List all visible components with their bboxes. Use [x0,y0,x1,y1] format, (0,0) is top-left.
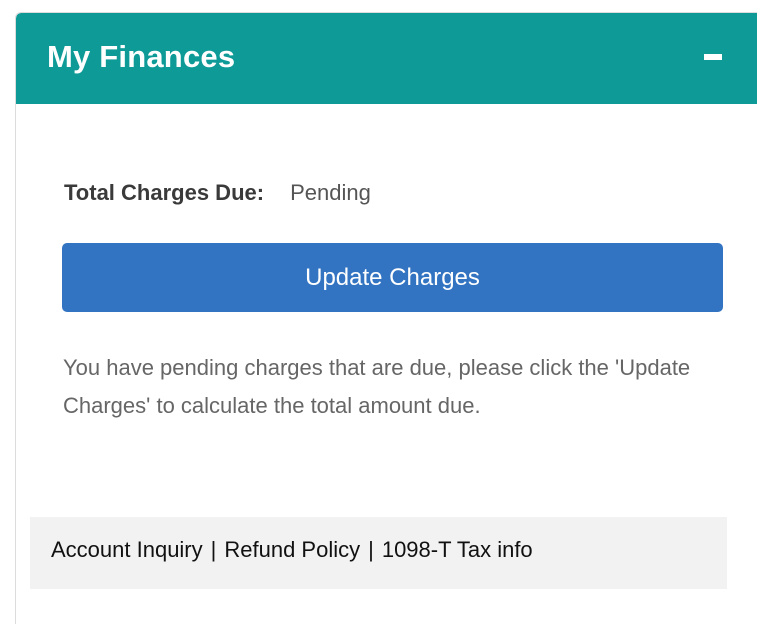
minus-icon [704,54,722,60]
refund-policy-link[interactable]: Refund Policy [224,537,360,562]
widget-header: My Finances [16,13,757,104]
footer-separator: | [210,537,217,562]
footer-links: Account Inquiry | Refund Policy | 1098-T Tax… [51,537,533,563]
account-inquiry-link[interactable]: Account Inquiry [51,537,203,562]
widget-footer: Account Inquiry | Refund Policy | 1098-T Tax… [30,517,727,589]
update-charges-button[interactable]: Update Charges [62,243,723,312]
footer-separator: | [368,537,374,562]
my-finances-widget: My Finances Total Charges Due: Pending Up… [15,12,757,624]
tax-info-1098t-link[interactable]: 1098-T Tax info [382,537,533,562]
widget-title: My Finances [47,39,236,74]
pending-charges-message: You have pending charges that are due, p… [63,355,691,418]
total-charges-label: Total Charges Due: [64,180,265,205]
total-charges-row: Total Charges Due: Pending [64,180,371,206]
total-charges-value: Pending [290,180,371,205]
collapse-button[interactable] [695,37,731,77]
